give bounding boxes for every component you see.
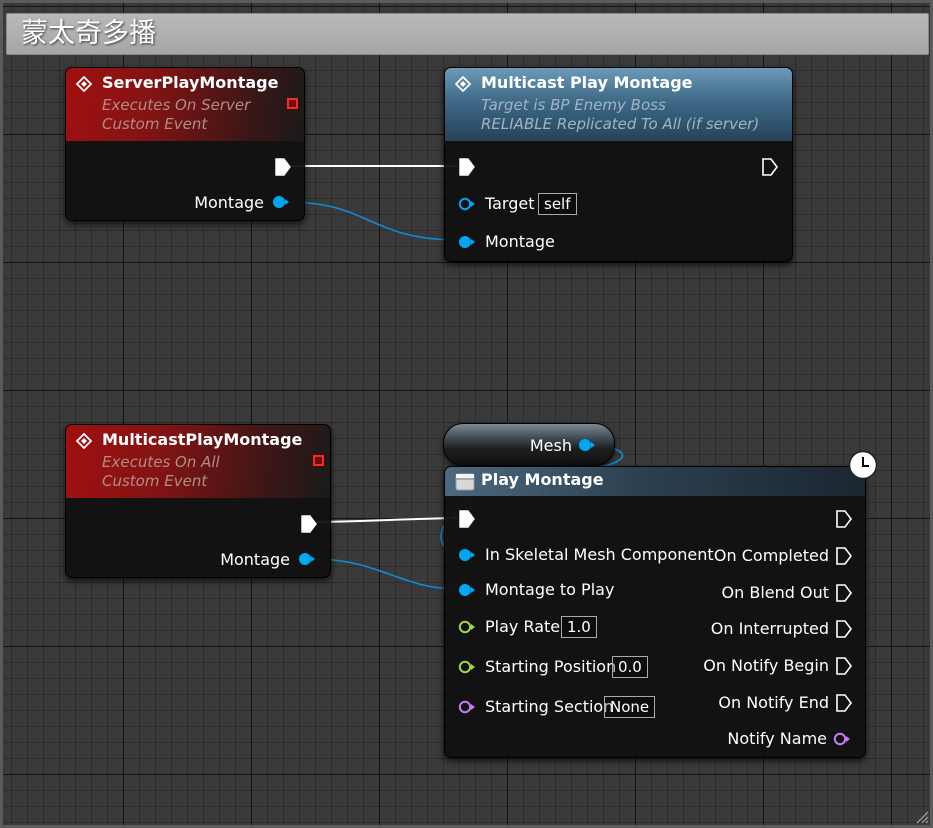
mesh-variable-label: Mesh [529,436,572,455]
on-interrupted-label: On Interrupted [710,619,829,638]
notify-name-output-pin[interactable] [833,732,851,746]
montage-output-label: Montage [194,193,264,212]
on-notify-end-label: On Notify End [718,693,829,712]
node-subtitle-1: Target is BP Enemy Boss [481,96,666,114]
montage-wire-event-to-playmontage[interactable] [312,558,459,590]
node-subtitle-1: Executes On Server [102,96,251,114]
mesh-output-pin[interactable] [578,438,596,452]
montage-input-pin[interactable] [458,235,476,249]
target-default-value[interactable]: self [538,193,577,215]
starting-section-label: Starting Section [485,697,614,716]
exec-input-pin[interactable] [459,510,475,528]
notify-name-label: Notify Name [727,729,827,748]
function-node-header: Multicast Play Montage Target is BP Enem… [445,68,792,141]
mesh-input-pin[interactable] [458,548,476,562]
play-rate-value[interactable]: 1.0 [561,616,597,638]
node-title: Play Montage [481,470,604,489]
on-notify-end-pin[interactable] [836,694,852,712]
exec-wire-event-to-playmontage[interactable] [315,517,459,523]
starting-section-input-pin[interactable] [458,700,476,714]
resize-grip-icon[interactable] [915,810,929,824]
on-blend-out-pin[interactable] [836,584,852,602]
delegate-pin-icon[interactable] [313,455,324,466]
on-blend-out-label: On Blend Out [721,583,829,602]
node-subtitle-2: Custom Event [102,115,208,133]
node-subtitle-2: RELIABLE Replicated To All (if server) [481,115,760,133]
exec-output-pin[interactable] [762,158,778,176]
on-completed-label: On Completed [713,546,829,565]
delegate-pin-icon[interactable] [287,98,298,109]
exec-output-pin[interactable] [275,158,291,176]
clock-icon [848,450,878,480]
node-title: Multicast Play Montage [481,73,693,92]
starting-position-label: Starting Position [485,657,617,676]
play-montage-node[interactable]: Play Montage In Skeletal Mesh Component … [444,466,866,758]
server-play-montage-event-node[interactable]: ServerPlayMontage Executes On Server Cus… [65,67,305,221]
on-interrupted-pin[interactable] [836,620,852,638]
latent-action-icon [455,473,475,491]
on-notify-begin-pin[interactable] [836,657,852,675]
montage-wire-server-to-multicast[interactable] [286,201,459,241]
event-diamond-icon [76,76,92,92]
mesh-variable-getter-node[interactable]: Mesh [443,423,615,466]
node-title: MulticastPlayMontage [102,430,303,449]
target-input-pin[interactable] [458,197,476,211]
play-rate-input-pin[interactable] [458,620,476,634]
on-completed-pin[interactable] [836,547,852,565]
node-subtitle-1: Executes On All [102,453,220,471]
multicast-play-montage-call-node[interactable]: Multicast Play Montage Target is BP Enem… [444,67,793,262]
target-input-label: Target [485,194,535,213]
starting-position-value[interactable]: 0.0 [612,656,648,678]
event-node-header: ServerPlayMontage Executes On Server Cus… [66,68,304,141]
node-title: ServerPlayMontage [102,73,279,92]
montage-input-label: Montage [485,232,555,251]
play-rate-label: Play Rate [485,617,561,636]
exec-input-pin[interactable] [459,158,475,176]
latent-node-header: Play Montage [445,467,865,496]
starting-position-input-pin[interactable] [458,660,476,674]
node-subtitle-2: Custom Event [102,472,208,490]
montage-output-pin[interactable] [272,195,290,209]
exec-output-pin[interactable] [836,510,852,528]
on-notify-begin-label: On Notify Begin [703,656,829,675]
function-diamond-icon [455,76,471,92]
exec-output-pin[interactable] [301,515,317,533]
montage-output-pin[interactable] [298,552,316,566]
montage-input-pin[interactable] [458,583,476,597]
event-diamond-icon [76,433,92,449]
event-node-header: MulticastPlayMontage Executes On All Cus… [66,425,330,498]
mesh-input-label: In Skeletal Mesh Component [485,545,714,564]
montage-output-label: Montage [220,550,290,569]
starting-section-value[interactable]: None [604,696,656,718]
montage-input-label: Montage to Play [485,580,615,599]
multicast-play-montage-event-node[interactable]: MulticastPlayMontage Executes On All Cus… [65,424,331,578]
